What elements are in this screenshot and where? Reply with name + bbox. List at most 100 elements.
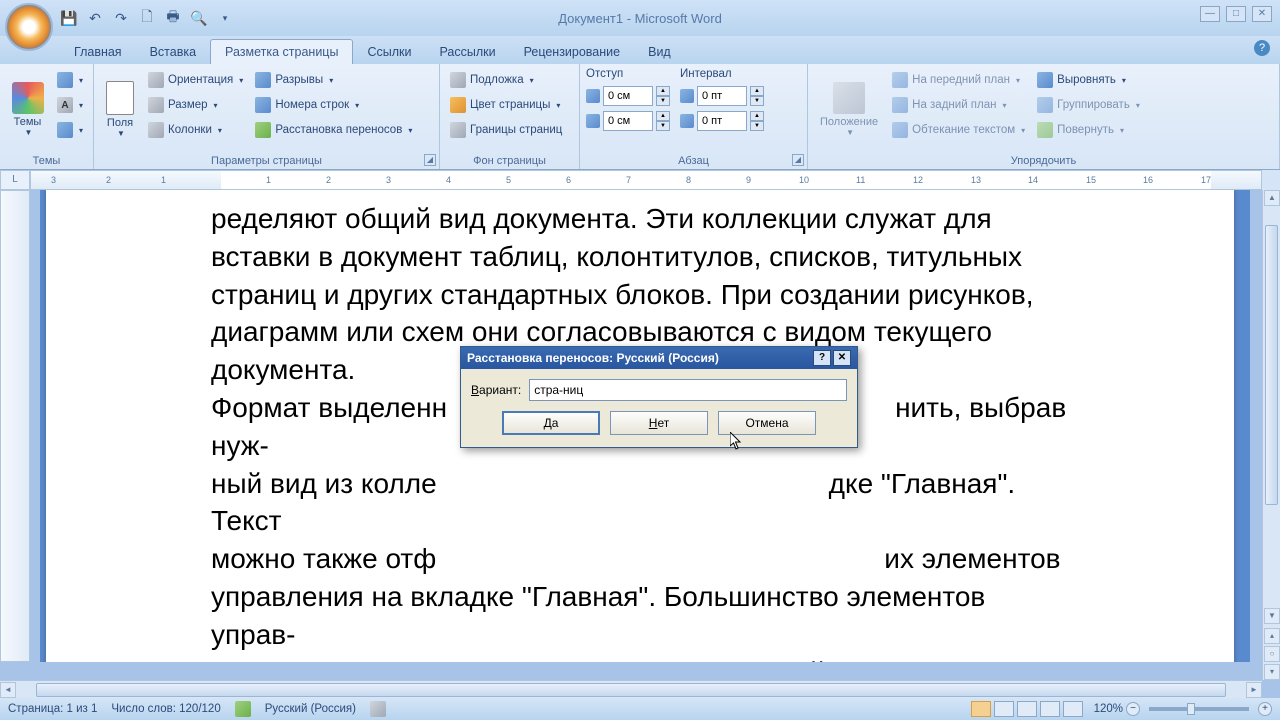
watermark-button[interactable]: Подложка▾: [446, 68, 566, 92]
horizontal-scroll-thumb[interactable]: [36, 683, 1226, 697]
view-outline[interactable]: [1040, 701, 1060, 717]
watermark-icon: [450, 72, 466, 88]
vertical-ruler[interactable]: [0, 190, 30, 662]
qat-save[interactable]: 💾: [60, 9, 78, 27]
vertical-scrollbar[interactable]: ▲ ▼ ▴ ○ ▾: [1262, 190, 1280, 680]
size-button[interactable]: Размер▾: [144, 93, 247, 117]
horizontal-scrollbar[interactable]: ◄ ►: [0, 680, 1262, 698]
view-web-layout[interactable]: [1017, 701, 1037, 717]
bring-front-button[interactable]: На передний план▾: [888, 68, 1029, 92]
position-icon: [833, 82, 865, 114]
spacing-after-spinner[interactable]: ▲▼: [680, 109, 764, 133]
dialog-close-button[interactable]: ✕: [833, 350, 851, 366]
view-draft[interactable]: [1063, 701, 1083, 717]
status-proofing-icon[interactable]: [235, 701, 251, 717]
spacing-after-input[interactable]: [697, 111, 747, 131]
wrap-button[interactable]: Обтекание текстом▾: [888, 118, 1029, 142]
horizontal-ruler[interactable]: 3211234567891011121314151617: [30, 170, 1262, 190]
ruler-marker: 9: [746, 175, 751, 185]
group-button[interactable]: Группировать▾: [1033, 93, 1144, 117]
status-page[interactable]: Страница: 1 из 1: [8, 703, 97, 715]
status-macro-icon[interactable]: [370, 701, 386, 717]
scroll-down-button[interactable]: ▼: [1264, 608, 1280, 624]
themes-button[interactable]: Темы ▼: [6, 68, 49, 150]
tab-insert[interactable]: Вставка: [136, 40, 210, 64]
yes-button[interactable]: Да: [502, 411, 600, 435]
scroll-up-button[interactable]: ▲: [1264, 190, 1280, 206]
help-icon[interactable]: ?: [1254, 40, 1270, 56]
indent-left-spinner[interactable]: ▲▼: [586, 84, 670, 108]
ruler-marker: 10: [799, 175, 809, 185]
page-color-button[interactable]: Цвет страницы▾: [446, 93, 566, 117]
qat-undo[interactable]: ↶: [86, 9, 104, 27]
colors-icon: [57, 72, 73, 88]
rotate-icon: [1037, 122, 1053, 138]
spacing-before-spinner[interactable]: ▲▼: [680, 84, 764, 108]
line-numbers-button[interactable]: Номера строк▾: [251, 93, 416, 117]
browse-next-button[interactable]: ▾: [1264, 664, 1280, 680]
zoom-slider-thumb[interactable]: [1187, 703, 1195, 715]
spacing-after-icon: [680, 114, 694, 128]
status-words[interactable]: Число слов: 120/120: [111, 703, 220, 715]
view-full-screen[interactable]: [994, 701, 1014, 717]
breaks-button[interactable]: Разрывы▾: [251, 68, 416, 92]
position-button[interactable]: Положение ▼: [814, 68, 884, 150]
qat-customize[interactable]: ▾: [216, 9, 234, 27]
qat-print[interactable]: 🖶: [164, 9, 182, 27]
tab-mailings[interactable]: Рассылки: [425, 40, 509, 64]
status-language[interactable]: Русский (Россия): [265, 703, 356, 715]
align-button[interactable]: Выровнять▾: [1033, 68, 1144, 92]
page-borders-button[interactable]: Границы страниц: [446, 118, 566, 142]
minimize-button[interactable]: —: [1200, 6, 1220, 22]
page-setup-dialog-launcher[interactable]: ◢: [424, 154, 436, 166]
qat-redo[interactable]: ↷: [112, 9, 130, 27]
ruler-marker: 14: [1028, 175, 1038, 185]
hyphenation-button[interactable]: Расстановка переносов▾: [251, 118, 416, 142]
tab-view[interactable]: Вид: [634, 40, 685, 64]
indent-right-input[interactable]: [603, 111, 653, 131]
tab-review[interactable]: Рецензирование: [510, 40, 635, 64]
paragraph-dialog-launcher[interactable]: ◢: [792, 154, 804, 166]
zoom-out-button[interactable]: −: [1126, 702, 1140, 716]
dialog-title: Расстановка переносов: Русский (Россия): [467, 351, 719, 365]
window-title: Документ1 - Microsoft Word: [558, 11, 722, 26]
view-print-layout[interactable]: [971, 701, 991, 717]
no-button[interactable]: Нет: [610, 411, 708, 435]
qat-preview[interactable]: 🔍: [190, 9, 208, 27]
close-button[interactable]: ✕: [1252, 6, 1272, 22]
dialog-title-bar[interactable]: Расстановка переносов: Русский (Россия) …: [461, 347, 857, 369]
ruler-corner[interactable]: L: [0, 170, 30, 190]
vertical-scroll-thumb[interactable]: [1265, 225, 1278, 505]
indent-left-input[interactable]: [603, 86, 653, 106]
indent-right-spinner[interactable]: ▲▼: [586, 109, 670, 133]
maximize-button[interactable]: □: [1226, 6, 1246, 22]
tab-references[interactable]: Ссылки: [353, 40, 425, 64]
zoom-level[interactable]: 120%: [1094, 703, 1123, 715]
browse-object-button[interactable]: ○: [1264, 646, 1280, 662]
theme-colors-button[interactable]: ▾: [53, 68, 87, 92]
orientation-button[interactable]: Ориентация▾: [144, 68, 247, 92]
ruler-marker: 11: [856, 175, 865, 185]
margins-button[interactable]: Поля ▼: [100, 68, 140, 150]
office-button[interactable]: [5, 3, 53, 51]
zoom-slider[interactable]: [1149, 707, 1249, 711]
dialog-help-button[interactable]: ?: [813, 350, 831, 366]
send-back-button[interactable]: На задний план▾: [888, 93, 1029, 117]
scroll-right-button[interactable]: ►: [1246, 682, 1262, 698]
ruler-marker: 6: [566, 175, 571, 185]
tab-page-layout[interactable]: Разметка страницы: [210, 39, 353, 64]
variant-input[interactable]: [529, 379, 847, 401]
browse-prev-button[interactable]: ▴: [1264, 628, 1280, 644]
theme-fonts-button[interactable]: A▾: [53, 93, 87, 117]
margins-label: Поля: [107, 117, 133, 129]
theme-effects-button[interactable]: ▾: [53, 118, 87, 142]
scroll-left-button[interactable]: ◄: [0, 682, 16, 698]
qat-new[interactable]: 🗋: [138, 9, 156, 27]
columns-button[interactable]: Колонки▾: [144, 118, 247, 142]
spacing-before-input[interactable]: [697, 86, 747, 106]
rotate-button[interactable]: Повернуть▾: [1033, 118, 1144, 142]
group-paragraph-label: Абзац: [580, 155, 807, 167]
tab-home[interactable]: Главная: [60, 40, 136, 64]
zoom-in-button[interactable]: +: [1258, 702, 1272, 716]
ruler-marker: 4: [446, 175, 451, 185]
